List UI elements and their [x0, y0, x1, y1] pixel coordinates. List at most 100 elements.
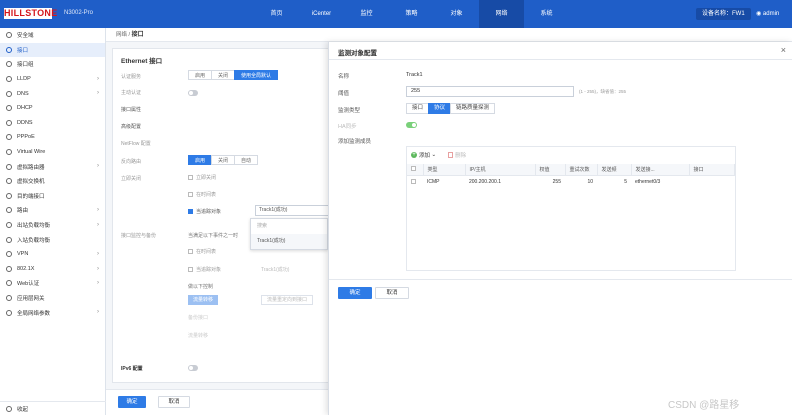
- sidebar-item[interactable]: Web认证 ›: [0, 276, 105, 291]
- backup-label: 接口监控与备份: [121, 233, 157, 239]
- auth-enable[interactable]: 启用: [188, 70, 213, 80]
- control-option-redirect[interactable]: 流量重定向到接口: [261, 295, 314, 305]
- nav-icenter[interactable]: iCenter: [299, 0, 344, 28]
- sidebar-item[interactable]: 全局网络参数 ›: [0, 305, 105, 320]
- type-protocol[interactable]: 协议: [428, 103, 452, 114]
- nav-monitor[interactable]: 监控: [344, 0, 389, 28]
- interface-attr-section[interactable]: 接口属性: [121, 106, 141, 113]
- sidebar-item[interactable]: 虚拟路由器 ›: [0, 159, 105, 174]
- nav-object[interactable]: 对象: [434, 0, 479, 28]
- ha-sync-toggle[interactable]: [406, 122, 417, 128]
- cell-type: ICMP: [427, 179, 440, 186]
- add-member-button[interactable]: + 添加 ⌄: [411, 151, 436, 159]
- menu-icon: [6, 61, 12, 68]
- sidebar-item[interactable]: DNS ›: [0, 86, 105, 101]
- top-bar: HILLSTONE N3002-Pro 首页 iCenter 监控 策略 对象 …: [0, 0, 792, 28]
- sidebar-item[interactable]: DHCP: [0, 101, 105, 116]
- breadcrumb: 网络 / 接口: [106, 28, 792, 42]
- sidebar-item[interactable]: 应用层网关: [0, 291, 105, 306]
- sidebar-item-label: Web认证: [17, 281, 40, 288]
- nav-network[interactable]: 网络: [479, 0, 524, 28]
- backup-track-select[interactable]: Track1(成功): [261, 266, 289, 273]
- header-select[interactable]: [407, 164, 424, 176]
- table-row[interactable]: ICMP 200.200.200.1 255 10 5 ethernet0/3: [407, 175, 735, 189]
- delete-member-button[interactable]: 删除: [448, 151, 466, 159]
- track-object-select[interactable]: Track1(成功): [255, 205, 333, 216]
- sidebar-item[interactable]: 路由 ›: [0, 203, 105, 218]
- control-option-transfer[interactable]: 流量转移: [188, 295, 219, 305]
- sidebar-item-label: 路由: [17, 208, 29, 215]
- checkbox-icon: [188, 192, 193, 197]
- form-cancel-button[interactable]: 取消: [158, 396, 190, 408]
- menu-icon: [6, 236, 12, 243]
- sidebar-item[interactable]: 虚拟交换机: [0, 174, 105, 189]
- arp-toggle[interactable]: [188, 90, 198, 96]
- threshold-input[interactable]: 255: [406, 86, 574, 97]
- sidebar-item[interactable]: Virtual Wire: [0, 145, 105, 160]
- form-ok-button[interactable]: 确定: [118, 396, 146, 408]
- checkbox-label: 在时间表: [196, 249, 217, 255]
- sidebar-item[interactable]: 目的端接口: [0, 189, 105, 204]
- advanced-section[interactable]: 高级配置: [121, 123, 141, 130]
- ipv6-toggle[interactable]: [188, 365, 198, 371]
- sidebar-collapse-button[interactable]: 收起: [0, 401, 106, 415]
- nav-system[interactable]: 系统: [524, 0, 569, 28]
- user-menu[interactable]: ◉ admin: [756, 10, 779, 17]
- sidebar-item[interactable]: LLDP ›: [0, 72, 105, 87]
- ipv6-section[interactable]: IPv6 配置: [121, 365, 143, 372]
- menu-icon: [6, 149, 12, 156]
- track-object-drawer: 监测对象配置 × 名称 Track1 阈值 255 (1 - 255)，缺省值：…: [328, 42, 792, 415]
- auth-disable[interactable]: 关闭: [211, 70, 236, 80]
- auth-global-default[interactable]: 使用全局默认: [234, 70, 279, 80]
- cell-retry: 10: [587, 179, 593, 186]
- sidebar-item[interactable]: DDNS: [0, 116, 105, 131]
- reverse-enable[interactable]: 启用: [188, 155, 213, 165]
- checkbox-icon: [188, 175, 193, 180]
- netflow-section[interactable]: NetFlow 配置: [121, 140, 151, 147]
- shutdown-schedule-checkbox[interactable]: 在时间表: [188, 191, 216, 198]
- sidebar-item[interactable]: 出站负载均衡 ›: [0, 218, 105, 233]
- backup-schedule-checkbox[interactable]: 在时间表: [188, 248, 216, 255]
- sidebar-item[interactable]: 接口: [0, 42, 105, 58]
- sidebar-item[interactable]: 接口组: [0, 57, 105, 72]
- device-model: N3002-Pro: [64, 10, 94, 16]
- close-icon[interactable]: ×: [781, 45, 786, 55]
- brand-logo[interactable]: HILLSTONE: [4, 8, 57, 19]
- shutdown-immediate-checkbox[interactable]: 立即关闭: [188, 174, 216, 181]
- trash-icon: [448, 152, 454, 158]
- reverse-route-segment: 启用 关闭 自动: [188, 155, 259, 165]
- sidebar-item-label: Virtual Wire: [17, 149, 46, 156]
- sidebar-item[interactable]: 802.1X ›: [0, 262, 105, 277]
- cell-host: 200.200.200.1: [469, 179, 501, 186]
- dropdown-option-track1[interactable]: Track1(成功): [251, 234, 327, 249]
- threshold-hint: (1 - 255)，缺省值：255: [579, 89, 627, 94]
- type-link-quality[interactable]: 链路质量探测: [450, 103, 496, 114]
- user-icon: ◉: [756, 11, 763, 17]
- menu-icon: [6, 251, 12, 258]
- sidebar-item[interactable]: 安全域: [0, 28, 105, 43]
- reverse-auto[interactable]: 自动: [234, 155, 259, 165]
- header-send-interface: 发送接...: [631, 164, 690, 176]
- checkbox-label: 立即关闭: [196, 175, 217, 181]
- type-interface[interactable]: 接口: [406, 103, 430, 114]
- breadcrumb-parent[interactable]: 网络 /: [116, 32, 132, 38]
- sidebar-item-label: 接口: [17, 47, 29, 54]
- menu-icon: [6, 265, 12, 272]
- sidebar: 安全域接口接口组 LLDP › DNS › DHCP DDNS PPPoE Virtual Wi…: [0, 28, 106, 415]
- nav-policy[interactable]: 策略: [389, 0, 434, 28]
- drawer-ok-button[interactable]: 确定: [338, 287, 372, 299]
- chevron-right-icon: ›: [97, 221, 99, 228]
- drawer-cancel-button[interactable]: 取消: [375, 287, 409, 299]
- sidebar-item[interactable]: VPN ›: [0, 247, 105, 262]
- dropdown-search[interactable]: 搜索: [251, 219, 327, 234]
- reverse-disable[interactable]: 关闭: [211, 155, 236, 165]
- row-select[interactable]: [407, 175, 423, 189]
- nav-home[interactable]: 首页: [254, 0, 299, 28]
- menu-icon: [6, 119, 12, 126]
- drawer-header: 监测对象配置 ×: [329, 42, 792, 60]
- shutdown-track-checkbox[interactable]: 当追踪对象: [188, 208, 221, 215]
- sidebar-item[interactable]: 入站负载均衡: [0, 232, 105, 247]
- checkbox-icon: [411, 178, 416, 184]
- sidebar-item[interactable]: PPPoE: [0, 130, 105, 145]
- backup-track-checkbox[interactable]: 当追踪对象: [188, 266, 221, 273]
